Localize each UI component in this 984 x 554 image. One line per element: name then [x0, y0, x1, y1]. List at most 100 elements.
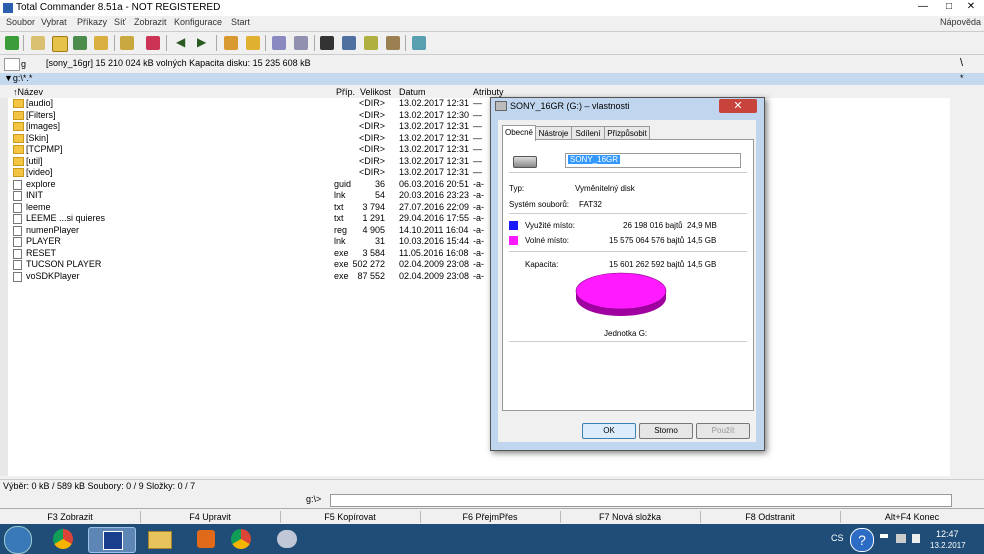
tree-icon[interactable]: [94, 36, 108, 50]
sync-dirs-icon[interactable]: [364, 36, 378, 50]
path-bar[interactable]: ▼g:\*.* *: [0, 73, 984, 85]
menu-zobrazit[interactable]: Zobrazit: [134, 17, 167, 27]
root-button[interactable]: \: [960, 57, 963, 69]
file-row[interactable]: [images] <DIR> 13.02.2017 12:31—: [0, 121, 490, 132]
file-row[interactable]: [util] <DIR> 13.02.2017 12:31—: [0, 156, 490, 167]
f3-view-button[interactable]: F3 Zobrazit: [0, 511, 141, 523]
file-name: voSDKPlayer: [26, 270, 80, 281]
menu-start[interactable]: Start: [231, 17, 250, 27]
brief-view-icon[interactable]: [31, 36, 45, 50]
clock-date[interactable]: 13.2.2017: [930, 541, 966, 550]
total-commander-task-icon[interactable]: [88, 527, 136, 553]
file-row[interactable]: numenPlayer reg 4 905 14.10.2011 16:04 -a-: [0, 225, 490, 236]
unpack-icon[interactable]: [246, 36, 260, 50]
maximize-button[interactable]: □: [940, 1, 958, 13]
refresh-icon[interactable]: [5, 36, 19, 50]
file-icon: [13, 225, 22, 236]
chrome-task-icon-2[interactable]: [218, 527, 264, 551]
tab-sharing[interactable]: Sdílení: [571, 126, 605, 140]
file-row[interactable]: [audio] <DIR> 13.02.2017 12:31—: [0, 98, 490, 109]
ftp-new-icon[interactable]: [294, 36, 308, 50]
help-icon[interactable]: ?: [850, 528, 874, 552]
multi-rename-icon[interactable]: [342, 36, 356, 50]
ok-button[interactable]: OK: [582, 423, 636, 439]
col-date[interactable]: Datum: [399, 87, 426, 97]
drive-select[interactable]: g: [4, 58, 26, 71]
file-row[interactable]: TUCSON PLAYER exe 502 272 02.04.2009 23:08-…: [0, 259, 490, 270]
cancel-button[interactable]: Storno: [639, 423, 693, 439]
menu-sit[interactable]: Síť: [114, 17, 126, 27]
file-row[interactable]: RESET exe 3 584 11.05.2016 16:08 -a-: [0, 248, 490, 259]
file-row[interactable]: voSDKPlayer exe 87 552 02.04.2009 23:08 -a-: [0, 271, 490, 282]
file-size: 31: [374, 236, 385, 246]
file-ext: exe: [334, 247, 349, 258]
altf4-exit-button[interactable]: Alt+F4 Konec: [840, 511, 984, 523]
file-date: 13.02.2017 12:31: [399, 121, 470, 131]
filter-star[interactable]: *: [960, 73, 964, 83]
file-row[interactable]: leeme txt 3 794 27.07.2016 22:09 -a-: [0, 202, 490, 213]
f5-copy-button[interactable]: F5 Kopírovat: [280, 511, 421, 523]
f4-edit-button[interactable]: F4 Upravit: [140, 511, 281, 523]
col-size[interactable]: Velikost: [360, 87, 391, 97]
file-row[interactable]: INIT lnk 54 20.03.2016 23:23 -a-: [0, 190, 490, 201]
file-name: [video]: [26, 167, 53, 177]
properties-dialog: SONY_16GR (G:) – vlastnosti ✕ Obecné Nás…: [490, 97, 765, 451]
f8-delete-button[interactable]: F8 Odstranit: [700, 511, 841, 523]
divider: [509, 213, 747, 214]
full-view-icon[interactable]: [52, 36, 68, 52]
start-button-icon[interactable]: [4, 526, 32, 554]
clock-time[interactable]: 12:47: [936, 529, 959, 539]
volume-icon[interactable]: [912, 534, 920, 543]
menu-soubor[interactable]: Soubor: [6, 17, 35, 27]
menu-vybrat[interactable]: Vybrat: [41, 17, 67, 27]
file-name: [audio]: [26, 98, 54, 108]
show-hidden-icons-icon[interactable]: [880, 534, 888, 546]
explorer-task-icon[interactable]: [136, 527, 182, 551]
language-indicator[interactable]: CS: [831, 533, 844, 543]
file-row[interactable]: LEEME ...si quieres txt 1 291 29.04.2016 17…: [0, 213, 490, 224]
file-row[interactable]: [Skin] <DIR> 13.02.2017 12:31—: [0, 133, 490, 144]
tab-general[interactable]: Obecné: [502, 125, 536, 141]
file-row[interactable]: explore guid 36 06.03.2016 20:51 -a-: [0, 179, 490, 190]
menu-help[interactable]: Nápověda: [940, 17, 981, 27]
command-input[interactable]: [330, 494, 952, 507]
pack-icon[interactable]: [224, 36, 238, 50]
file-row[interactable]: PLAYER lnk 31 10.03.2016 15:44 -a-: [0, 236, 490, 247]
col-ext[interactable]: Příp.: [336, 87, 355, 97]
volume-label-input[interactable]: SONY_16GR: [565, 153, 741, 168]
dialog-close-button[interactable]: ✕: [719, 99, 757, 113]
file-row[interactable]: [TCPMP] <DIR> 13.02.2017 12:31—: [0, 144, 490, 155]
minimize-button[interactable]: —: [914, 1, 932, 13]
file-attr: —: [473, 98, 482, 108]
forward-icon[interactable]: ▶: [197, 35, 206, 49]
tab-tools[interactable]: Nástroje: [535, 126, 572, 140]
chrome-task-icon[interactable]: [40, 527, 86, 551]
right-panel-strip[interactable]: [950, 86, 984, 476]
file-row[interactable]: [Filters] <DIR> 13.02.2017 12:30—: [0, 110, 490, 121]
col-name[interactable]: ↑Název: [13, 87, 43, 97]
file-date: 13.02.2017 12:31: [399, 155, 470, 166]
menu-konfigurace[interactable]: Konfigurace: [174, 17, 222, 27]
paint-task-icon[interactable]: [264, 527, 310, 551]
tab-page-general: SONY_16GR Typ: Vyměnitelný disk Systém s…: [502, 139, 754, 411]
col-attr[interactable]: Atributy: [473, 87, 504, 97]
f7-newfolder-button[interactable]: F7 Nová složka: [560, 511, 701, 523]
invert-selection-icon[interactable]: [120, 36, 134, 50]
notepad-icon[interactable]: [412, 36, 426, 50]
f6-move-button[interactable]: F6 PřejmPřes: [420, 511, 561, 523]
tab-customize[interactable]: Přizpůsobit: [604, 126, 650, 140]
file-size: 3 794: [362, 201, 385, 212]
file-row[interactable]: [video] <DIR> 13.02.2017 12:31—: [0, 167, 490, 178]
compare-icon[interactable]: [386, 36, 400, 50]
apply-button[interactable]: Použít: [696, 423, 750, 439]
file-name: explore: [26, 178, 56, 189]
ftp-connect-icon[interactable]: [272, 36, 286, 50]
network-icon[interactable]: [896, 534, 906, 543]
selection-icon[interactable]: [146, 36, 160, 50]
thumbnail-icon[interactable]: [73, 36, 87, 50]
back-icon[interactable]: ◀: [176, 35, 185, 49]
file-date: 20.03.2016 23:23: [399, 190, 470, 200]
close-button[interactable]: ✕: [962, 1, 980, 13]
search-icon[interactable]: [320, 36, 334, 50]
menu-prikazy[interactable]: Příkazy: [77, 17, 107, 27]
